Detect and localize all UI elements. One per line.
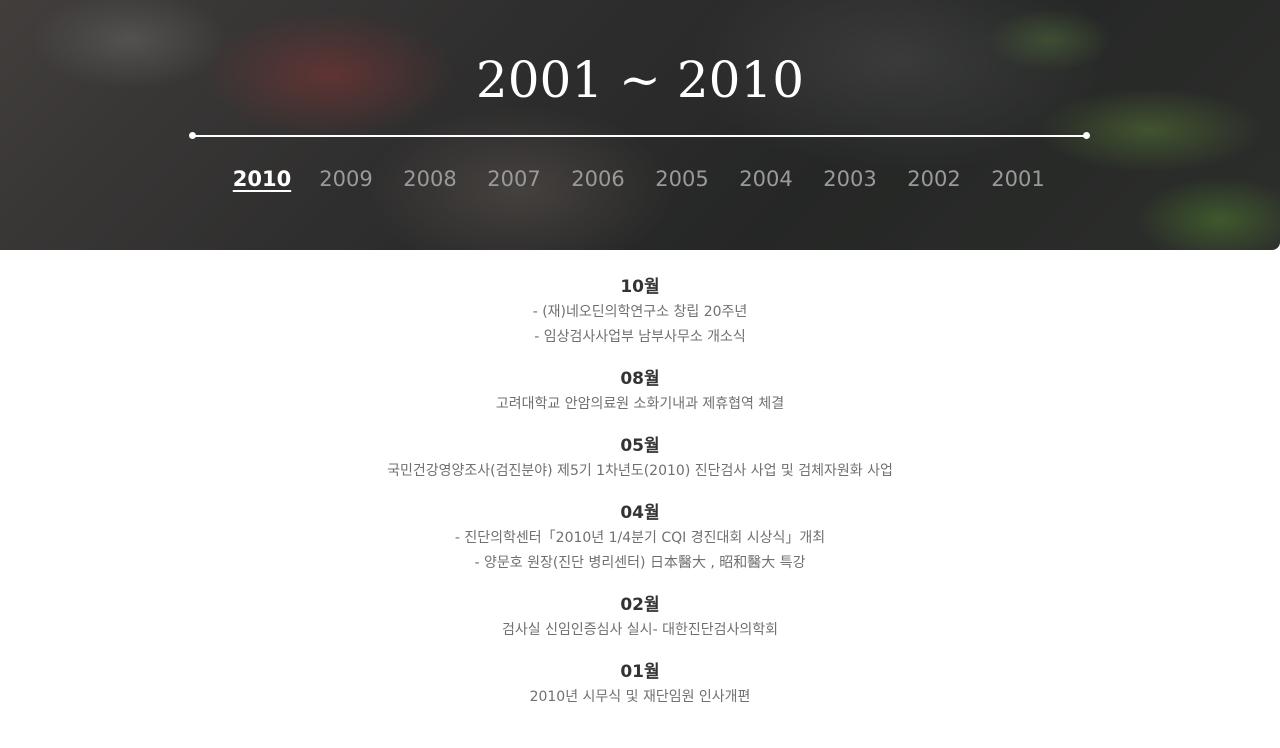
- month-heading: 10월: [620, 277, 660, 297]
- page-title: 2001 ~ 2010: [475, 51, 805, 109]
- timeline-end-dot: [1083, 132, 1090, 139]
- history-entry: - 진단의학센터「2010년 1/4분기 CQI 경진대회 시상식」개최: [454, 530, 826, 546]
- history-entry: - (재)네오딘의학연구소 창립 20주년: [532, 304, 748, 320]
- year-tabs: 2010 2009 2008 2007 2006 2005 2004 2003 …: [0, 165, 1280, 193]
- timeline-line: [193, 135, 1086, 137]
- month-block-04: 04월 - 진단의학센터「2010년 1/4분기 CQI 경진대회 시상식」개최…: [0, 500, 1280, 576]
- tab-2004[interactable]: 2004: [724, 165, 808, 193]
- tab-2001[interactable]: 2001: [976, 165, 1060, 193]
- hero-banner: 2001 ~ 2010 2010 2009 2008 2007 2006 200…: [0, 0, 1280, 250]
- month-block-01: 01월 2010년 시무식 및 재단임원 인사개편: [0, 659, 1280, 710]
- history-entry: 고려대학교 안암의료원 소화기내과 제휴협역 체결: [495, 396, 785, 412]
- month-block-02: 02월 검사실 신임인증심사 실시- 대한진단검사의학회: [0, 592, 1280, 643]
- history-entry: 검사실 신임인증심사 실시- 대한진단검사의학회: [501, 622, 778, 638]
- month-heading: 05월: [620, 436, 660, 456]
- history-entry: - 양문호 원장(진단 병리센터) 日本醫大 , 昭和醫大 특강: [474, 555, 806, 571]
- month-block-10: 10월 - (재)네오딘의학연구소 창립 20주년 - 임상검사사업부 남부사무…: [0, 274, 1280, 350]
- month-heading: 01월: [620, 662, 660, 682]
- history-entry: - 임상검사사업부 남부사무소 개소식: [534, 329, 746, 345]
- tab-2010[interactable]: 2010: [220, 165, 304, 193]
- tab-2007[interactable]: 2007: [472, 165, 556, 193]
- tab-2006[interactable]: 2006: [556, 165, 640, 193]
- tab-2002[interactable]: 2002: [892, 165, 976, 193]
- month-block-05: 05월 국민건강영양조사(검진분야) 제5기 1차년도(2010) 진단검사 사…: [0, 433, 1280, 484]
- tab-2009[interactable]: 2009: [304, 165, 388, 193]
- month-heading: 02월: [620, 595, 660, 615]
- month-heading: 04월: [620, 503, 660, 523]
- history-entry: 국민건강영양조사(검진분야) 제5기 1차년도(2010) 진단검사 사업 및 …: [387, 463, 893, 479]
- month-heading: 08월: [620, 369, 660, 389]
- history-list: 10월 - (재)네오딘의학연구소 창립 20주년 - 임상검사사업부 남부사무…: [0, 250, 1280, 710]
- tab-2008[interactable]: 2008: [388, 165, 472, 193]
- month-block-08: 08월 고려대학교 안암의료원 소화기내과 제휴협역 체결: [0, 366, 1280, 417]
- history-entry: 2010년 시무식 및 재단임원 인사개편: [529, 689, 751, 705]
- tab-2005[interactable]: 2005: [640, 165, 724, 193]
- tab-2003[interactable]: 2003: [808, 165, 892, 193]
